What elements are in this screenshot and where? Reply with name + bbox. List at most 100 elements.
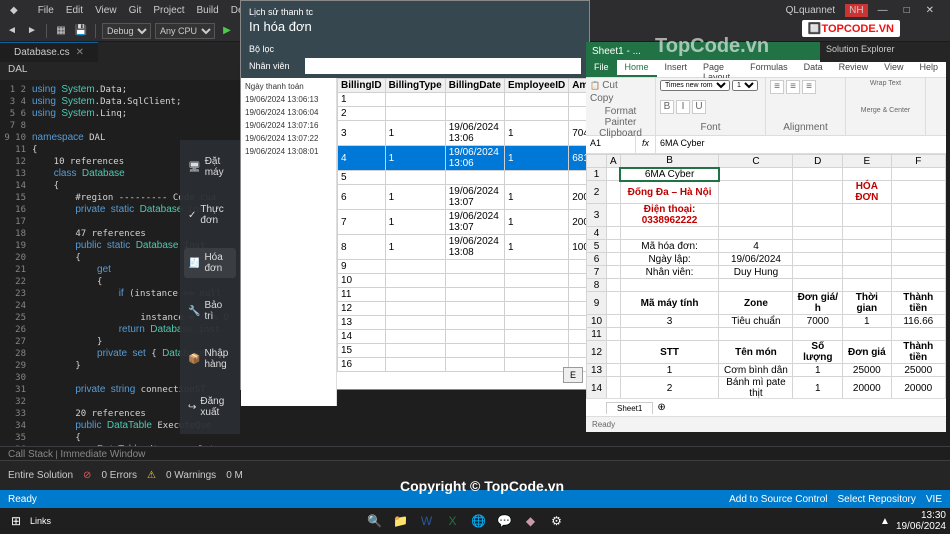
italic-icon[interactable]: I (676, 100, 690, 114)
cell[interactable] (620, 328, 719, 341)
taskbar-app-icon[interactable]: 🌐 (467, 510, 491, 532)
platform-select[interactable]: Any CPU (155, 23, 215, 39)
col-header[interactable]: A (607, 155, 621, 168)
col-header[interactable]: D (793, 155, 843, 168)
table-row[interactable]: 11 (338, 288, 590, 302)
export-button[interactable]: E (563, 367, 583, 383)
date-item[interactable]: 19/06/2024 13:06:04 (245, 106, 332, 119)
billing-grid[interactable]: BillingIDBillingTypeBillingDateEmployeeI… (337, 78, 589, 372)
align-left-icon[interactable]: ≡ (770, 80, 784, 94)
cell[interactable] (607, 279, 621, 292)
row-header[interactable]: 13 (587, 364, 607, 377)
date-item[interactable]: 19/06/2024 13:06:13 (245, 93, 332, 106)
cell[interactable] (793, 279, 843, 292)
cell[interactable]: Điện thoại: 0338962222 (620, 204, 719, 227)
sidebar-item-Đăng xuất[interactable]: ↪Đăng xuất (184, 392, 236, 422)
row-header[interactable]: 1 (587, 168, 607, 181)
cell[interactable]: Cơm bình dân (719, 364, 793, 377)
cell[interactable] (843, 279, 891, 292)
table-row[interactable]: 4119/06/2024 13:06168116.66 (338, 146, 590, 171)
forward-icon[interactable]: ► (24, 23, 40, 39)
ribbon-tab-file[interactable]: File (586, 60, 617, 77)
cell[interactable]: 1 (843, 315, 891, 328)
cell[interactable] (607, 204, 621, 227)
table-row[interactable]: 5 (338, 171, 590, 185)
row-header[interactable]: 7 (587, 266, 607, 279)
tray-icon[interactable]: ▲ (880, 516, 890, 527)
taskbar-app-icon[interactable]: X (441, 510, 465, 532)
cell[interactable] (891, 279, 945, 292)
cell[interactable]: 116.66 (891, 315, 945, 328)
date-item[interactable]: 19/06/2024 13:08:01 (245, 145, 332, 158)
cell[interactable] (843, 227, 891, 240)
cell[interactable]: Ngày lập: (620, 253, 719, 266)
cell[interactable]: Đống Đa – Hà Nội (620, 181, 719, 204)
fx-icon[interactable]: fx (636, 136, 656, 153)
cell[interactable] (891, 240, 945, 253)
cell[interactable] (607, 315, 621, 328)
menu-git[interactable]: Git (123, 3, 148, 18)
cell[interactable] (843, 266, 891, 279)
ribbon-tab-home[interactable]: Home (617, 60, 657, 77)
ime-indicator[interactable]: VIE (926, 494, 942, 505)
cell[interactable] (843, 240, 891, 253)
table-row[interactable]: 6119/06/2024 13:07120000.00 (338, 185, 590, 210)
start-icon[interactable]: ▶ (219, 23, 235, 39)
taskbar-app-icon[interactable]: W (415, 510, 439, 532)
copy-label[interactable]: Copy (590, 93, 613, 104)
cell[interactable]: 20000 (891, 377, 945, 399)
minimize-icon[interactable]: — (872, 3, 894, 18)
table-row[interactable]: 10 (338, 274, 590, 288)
immediate-tab[interactable]: Immediate Window (60, 449, 145, 460)
font-size-select[interactable]: 10 (732, 80, 758, 91)
formula-input[interactable]: 6MA Cyber (656, 136, 946, 153)
cell[interactable]: Thành tiền (891, 292, 945, 315)
menu-project[interactable]: Project (147, 3, 190, 18)
cell[interactable] (891, 168, 945, 181)
cell[interactable]: Đơn giá/ h (793, 292, 843, 315)
table-row[interactable]: 1 (338, 93, 590, 107)
ribbon-tab-help[interactable]: Help (911, 60, 946, 77)
menu-edit[interactable]: Edit (60, 3, 89, 18)
cell[interactable] (607, 292, 621, 315)
back-icon[interactable]: ◄ (4, 23, 20, 39)
table-row[interactable]: 15 (338, 344, 590, 358)
taskbar-app-icon[interactable]: ⚙ (545, 510, 569, 532)
spreadsheet-grid[interactable]: ABCDEF16MA Cyber2Đống Đa – Hà NộiHÓA ĐƠN… (586, 154, 946, 398)
cell[interactable] (891, 266, 945, 279)
row-header[interactable]: 12 (587, 341, 607, 364)
cell[interactable] (607, 253, 621, 266)
cell[interactable] (607, 328, 621, 341)
cell[interactable] (607, 341, 621, 364)
table-row[interactable]: 16 (338, 358, 590, 372)
repo-button[interactable]: Select Repository (838, 494, 916, 505)
date-item[interactable]: 19/06/2024 13:07:22 (245, 132, 332, 145)
sheet-tab[interactable]: Sheet1 (606, 402, 653, 414)
menu-build[interactable]: Build (190, 3, 224, 18)
cell[interactable]: HÓA ĐƠN (843, 181, 891, 204)
breadcrumb-left[interactable]: DAL (0, 62, 240, 80)
cell[interactable] (793, 227, 843, 240)
cell[interactable]: Zone (719, 292, 793, 315)
cell[interactable]: Bánh mì pate thịt (719, 377, 793, 399)
cell[interactable]: STT (620, 341, 719, 364)
underline-icon[interactable]: U (692, 100, 706, 114)
table-row[interactable]: 13 (338, 316, 590, 330)
cell[interactable] (793, 204, 843, 227)
cell[interactable]: Mã hóa đơn: (620, 240, 719, 253)
cell[interactable] (607, 266, 621, 279)
font-name-select[interactable]: Times new roman (660, 80, 730, 91)
col-header[interactable]: BillingType (385, 79, 445, 93)
cell[interactable]: 6MA Cyber (620, 168, 719, 181)
cell[interactable] (719, 328, 793, 341)
cell[interactable]: 3 (620, 315, 719, 328)
cell[interactable] (843, 253, 891, 266)
table-row[interactable]: 8119/06/2024 13:081100000.00 (338, 235, 590, 260)
start-button[interactable]: ⊞ (4, 510, 28, 532)
col-header[interactable]: EmployeeID (504, 79, 568, 93)
format-painter-label[interactable]: Format Painter (605, 106, 637, 128)
table-row[interactable]: 2 (338, 107, 590, 121)
cell-reference[interactable]: A1 (586, 136, 636, 153)
ribbon-tab-insert[interactable]: Insert (657, 60, 696, 77)
cell[interactable]: 19/06/2024 (719, 253, 793, 266)
